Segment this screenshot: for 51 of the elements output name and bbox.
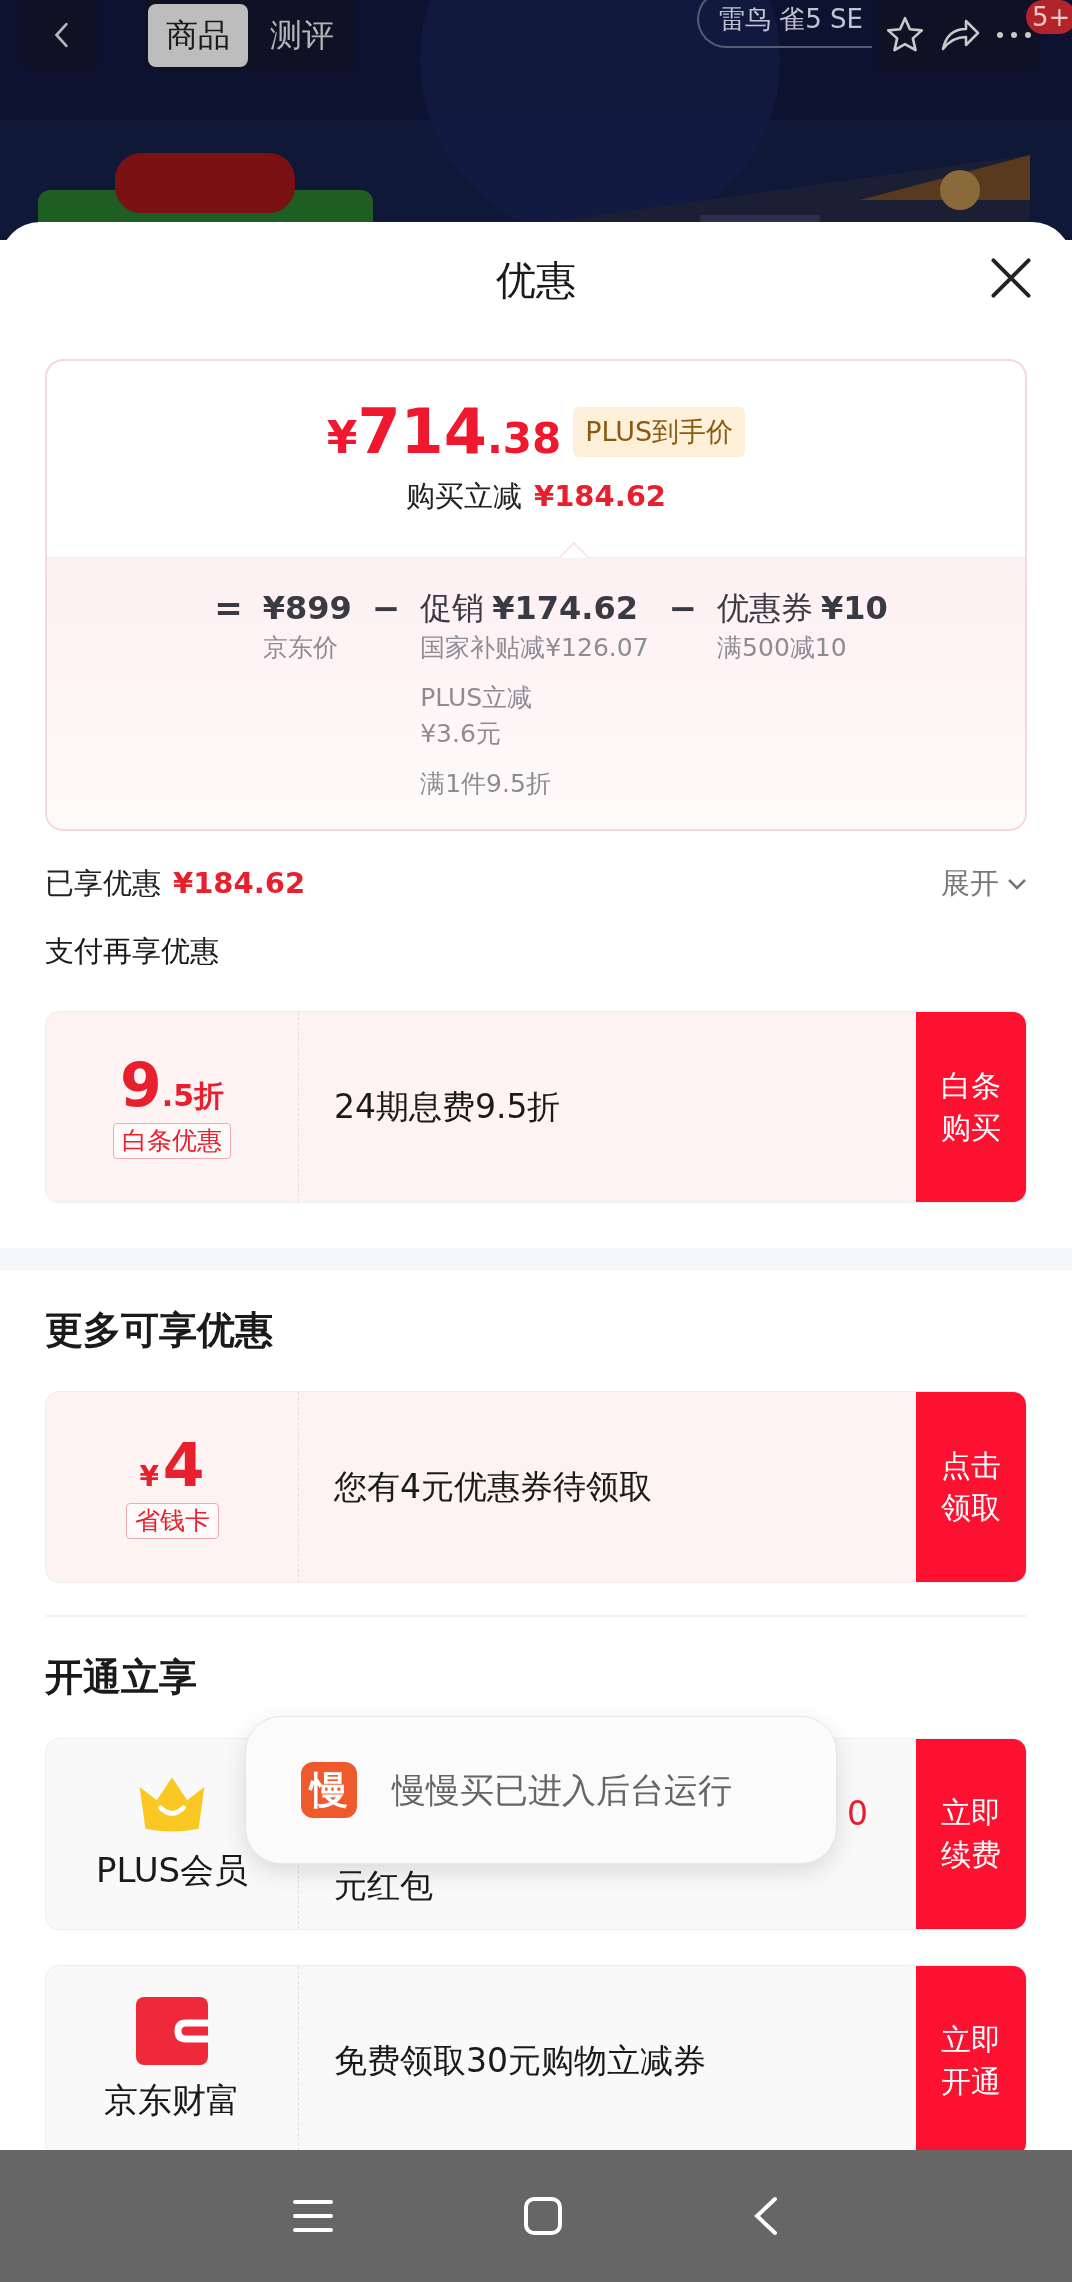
back-icon[interactable]: [753, 2196, 779, 2236]
notification-badge: 5+: [1026, 0, 1072, 34]
service-name: 京东财富: [104, 2078, 240, 2122]
tab[interactable]: 测评: [252, 3, 352, 67]
discount-note: 满1件9.5折: [420, 768, 552, 800]
section-title: 支付再享优惠: [45, 933, 220, 971]
sheet-title: 优惠: [496, 255, 576, 305]
discount-label: 促销: [420, 588, 485, 629]
wallet-icon: [136, 1996, 208, 2065]
discount-note: PLUS立减 ¥3.6元: [420, 682, 534, 750]
action-button[interactable]: 立即续费: [916, 1739, 1026, 1929]
close-icon: [989, 256, 1033, 300]
search-field[interactable]: 雷鸟 雀5 SE: [697, 0, 872, 48]
discount-value: ¥4: [139, 1435, 205, 1495]
amount: ¥10: [821, 588, 888, 629]
enjoyed-amount: ¥184.62: [173, 865, 306, 903]
offer-text: 元红包: [334, 1865, 433, 1907]
operator-sign: −: [668, 587, 698, 630]
action-button[interactable]: 白条购买: [916, 1012, 1026, 1202]
offer-text: 免费领取30元购物立减券: [334, 2040, 706, 2082]
tab[interactable]: 商品: [148, 3, 248, 67]
home-icon[interactable]: [523, 2196, 563, 2236]
discount-note: 满500减10: [717, 632, 848, 664]
operator-sign: =: [214, 587, 243, 630]
section-title: 开通立享: [45, 1654, 198, 1701]
toast-text: 慢慢买已进入后台运行: [392, 1768, 732, 1812]
app-icon: 慢: [301, 1762, 357, 1818]
discount-label: 优惠券: [717, 588, 814, 629]
enjoyed-label: 已享优惠: [45, 865, 161, 903]
reduce-amount: ¥184.62: [533, 478, 667, 515]
action-button[interactable]: 点击领取: [916, 1392, 1026, 1582]
offer-text: 24期息费9.5折: [334, 1086, 561, 1128]
section-title: 更多可享优惠: [45, 1307, 274, 1354]
amount: ¥899: [262, 588, 352, 629]
expand-button[interactable]: 展开: [941, 862, 1027, 906]
final-price: ¥714.38: [326, 401, 562, 463]
price-tag: PLUS到手价: [573, 406, 746, 458]
menu-icon[interactable]: [293, 2198, 333, 2234]
discount-note: 京东价: [262, 632, 339, 664]
chevron-icon: [1007, 878, 1027, 890]
discount-value: 9.5折: [120, 1055, 224, 1115]
offer-tag: 省钱卡: [125, 1503, 219, 1539]
action-button[interactable]: 立即开通: [916, 1966, 1026, 2150]
offer-tag: 白条优惠: [113, 1123, 231, 1159]
membership-name: PLUS会员: [95, 1848, 249, 1892]
offer-text: 0: [847, 1793, 868, 1835]
amount: ¥174.62: [492, 588, 638, 629]
operator-sign: −: [371, 587, 401, 630]
reduce-label: 购买立减: [405, 478, 522, 515]
discount-note: 国家补贴减¥126.07: [420, 632, 649, 664]
offer-text: 您有4元优惠券待领取: [334, 1466, 652, 1508]
